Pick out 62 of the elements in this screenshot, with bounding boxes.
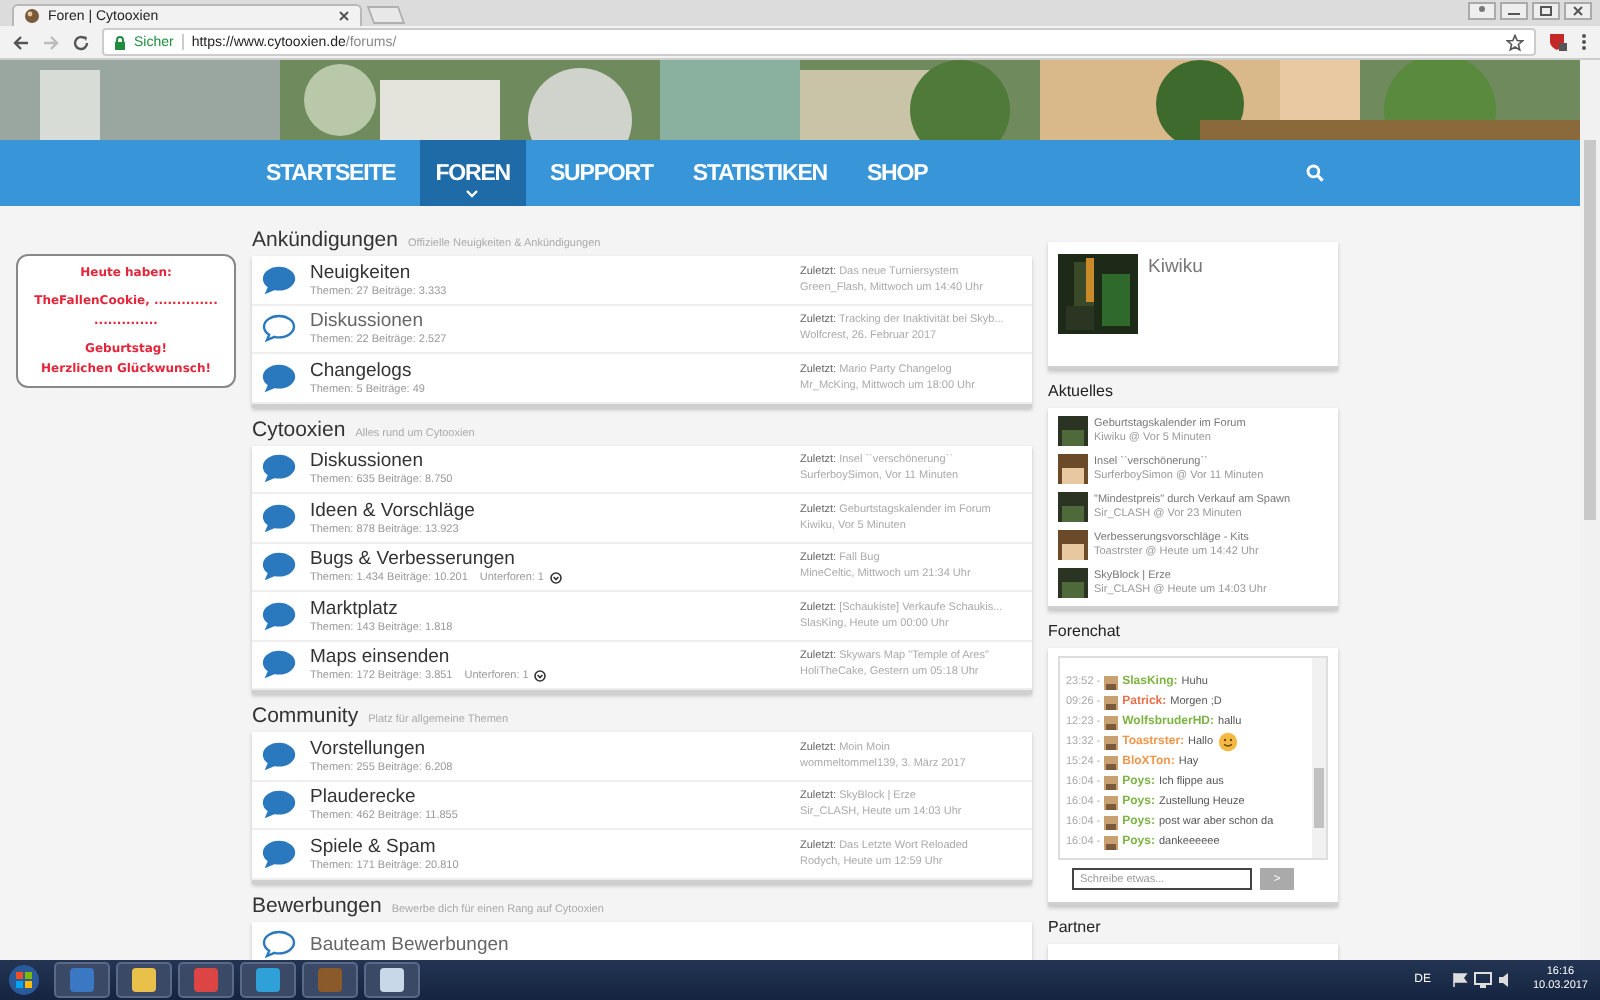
forum-link[interactable]: Changelogs [310,359,412,382]
menu-icon[interactable] [1580,32,1588,52]
avatar [1104,835,1119,849]
nav-tab[interactable]: FOREN [419,140,526,206]
avatar [1104,675,1119,689]
nav-tab[interactable]: SHOP [850,140,944,206]
expand-icon[interactable] [550,572,562,585]
taskbar-app-icon[interactable] [240,962,296,998]
forum-link[interactable]: Diskussionen [310,310,423,333]
forum-link[interactable]: Vorstellungen [310,737,426,760]
avatar [1104,755,1119,769]
close-icon[interactable] [1564,2,1592,20]
section-title: Aktuelles [1048,382,1113,400]
reload-icon[interactable] [72,33,90,51]
site-icon [24,8,40,24]
avatar [1058,454,1088,484]
avatar [1104,715,1119,729]
avatar [1104,775,1119,789]
forum-link[interactable]: Diskussionen [310,450,423,473]
category-title: Bewerbungen [252,893,382,917]
maximize-icon[interactable] [1532,2,1560,20]
forum-link[interactable]: Bugs & Verbesserungen [310,548,515,571]
search-icon[interactable] [1306,164,1324,182]
caret-icon [466,190,479,198]
forum-link[interactable]: Plauderecke [310,786,416,809]
flag-icon[interactable] [1452,972,1469,988]
start-button[interactable] [8,964,40,996]
avatar [1058,492,1088,522]
taskbar-app-icon[interactable] [364,962,420,998]
avatar [1104,815,1119,829]
scrollbar[interactable] [1312,658,1326,858]
star-icon[interactable] [1506,33,1524,51]
shield-icon[interactable] [1548,32,1568,52]
category-title: Community [252,704,359,728]
network-icon[interactable] [1474,972,1493,988]
user-icon[interactable] [1468,2,1496,20]
lock-icon [114,35,126,49]
nav-tab[interactable]: SUPPORT [533,140,669,206]
back-icon[interactable] [12,33,30,51]
forum-link[interactable]: Bauteam Bewerbungen [310,933,509,956]
nav-tab[interactable]: STATISTIKEN [676,140,843,206]
avatar [1104,735,1119,749]
close-icon[interactable] [338,10,350,22]
profile-name[interactable]: Kiwiku [1148,256,1203,278]
avatar [1058,530,1088,560]
avatar [1104,695,1119,709]
taskbar-app-icon[interactable] [116,962,172,998]
forum-link[interactable]: Maps einsenden [310,646,450,669]
forum-link[interactable]: Spiele & Spam [310,835,436,858]
forum-link[interactable]: Neuigkeiten [310,261,411,284]
nav-tab[interactable]: STARTSEITE [250,140,412,206]
expand-icon[interactable] [534,670,547,683]
minimize-icon[interactable] [1500,2,1528,20]
avatar [1058,568,1088,598]
forum-link[interactable]: Ideen & Vorschläge [310,499,475,522]
section-title: Partner [1048,918,1101,936]
category-title: Cytooxien [252,417,346,441]
category-title: Ankündigungen [252,228,398,252]
avatar [1104,795,1119,809]
forum-link[interactable]: Marktplatz [310,597,398,620]
section-title: Forenchat [1048,622,1121,640]
avatar [1058,416,1088,446]
